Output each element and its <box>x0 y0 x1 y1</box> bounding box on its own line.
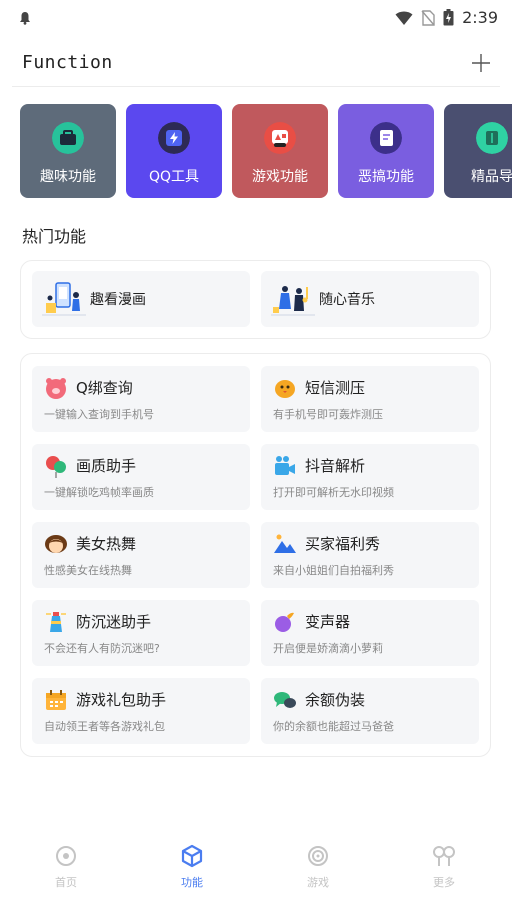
document-icon <box>370 122 402 154</box>
tool-description: 自动领王者等各游戏礼包 <box>44 720 165 733</box>
tool-description: 开启便是娇滴滴小萝莉 <box>273 642 383 655</box>
tools-card: Q绑查询 一键输入查询到手机号 短信测压 有手机号即可轰炸测压 画质助手 一键解… <box>20 353 491 757</box>
tool-title: 短信测压 <box>305 379 366 397</box>
pig-icon <box>46 378 66 399</box>
category-premium[interactable]: 精品导 <box>444 104 512 198</box>
nav-more[interactable]: 更多 <box>404 844 484 896</box>
lightning-icon <box>158 122 190 154</box>
tool-graphics-helper[interactable]: 画质助手 一键解锁吃鸡帧率画质 <box>32 444 250 510</box>
eggplant-icon <box>275 612 294 632</box>
bottom-nav: 首页 功能 游戏 更多 <box>0 836 512 904</box>
home-circle-icon <box>56 846 76 866</box>
notification-bell-icon <box>20 12 30 25</box>
tool-description: 性感美女在线热舞 <box>44 564 132 577</box>
tool-game-gift[interactable]: 游戏礼包助手 自动领王者等各游戏礼包 <box>32 678 250 744</box>
section-title-hot: 热门功能 <box>22 227 87 246</box>
tool-description: 你的余额也能超过马爸爸 <box>273 720 394 733</box>
wifi-icon <box>395 11 413 25</box>
nav-label: 首页 <box>55 876 77 889</box>
girl-face-icon <box>45 535 67 553</box>
tool-buyer-show[interactable]: 买家福利秀 来自小姐姐们自拍福利秀 <box>261 522 479 588</box>
tool-description: 来自小姐姐们自拍福利秀 <box>273 564 394 577</box>
header-divider <box>12 86 500 87</box>
hot-item-music[interactable]: 随心音乐 <box>261 271 479 327</box>
tool-title: 余额伪装 <box>305 691 366 709</box>
tool-beauty-dance[interactable]: 美女热舞 性感美女在线热舞 <box>32 522 250 588</box>
tool-title: 画质助手 <box>76 457 137 475</box>
cube-icon <box>181 844 203 868</box>
tool-anti-addiction[interactable]: 防沉迷助手 不会还有人有防沉迷吧? <box>32 600 250 666</box>
category-label: 趣味功能 <box>40 169 96 185</box>
balloon-icon <box>46 456 66 478</box>
hot-item-label: 趣看漫画 <box>90 292 146 308</box>
tool-description: 有手机号即可轰炸测压 <box>273 408 383 421</box>
hot-item-comics[interactable]: 趣看漫画 <box>32 271 250 327</box>
tool-title: 美女热舞 <box>76 535 137 553</box>
tool-title: 变声器 <box>305 613 351 631</box>
tool-title: 买家福利秀 <box>305 535 381 553</box>
category-label: 恶搞功能 <box>358 169 414 185</box>
briefcase-icon <box>52 122 84 154</box>
hot-features-card: 趣看漫画 随心音乐 <box>20 260 491 339</box>
mountain-picture-icon <box>274 534 296 553</box>
tool-title: 抖音解析 <box>305 457 366 475</box>
category-label: 游戏功能 <box>252 169 308 185</box>
nav-label: 更多 <box>433 876 455 889</box>
hot-item-label: 随心音乐 <box>319 292 375 308</box>
tool-description: 打开即可解析无水印视频 <box>273 486 394 499</box>
tool-title: 游戏礼包助手 <box>76 691 167 709</box>
tool-title: 防沉迷助手 <box>76 613 152 631</box>
game-spiral-icon <box>308 846 328 866</box>
lighthouse-icon <box>46 612 66 632</box>
tool-voice-changer[interactable]: 变声器 开启便是娇滴滴小萝莉 <box>261 600 479 666</box>
tool-sms-test[interactable]: 短信测压 有手机号即可轰炸测压 <box>261 366 479 432</box>
no-sim-icon <box>421 9 435 26</box>
category-label: QQ工具 <box>148 169 200 185</box>
plus-icon[interactable] <box>470 52 492 74</box>
header: Function <box>0 46 512 86</box>
tool-description: 不会还有人有防沉迷吧? <box>44 642 160 655</box>
nav-games[interactable]: 游戏 <box>278 844 358 896</box>
category-prank[interactable]: 恶搞功能 <box>338 104 434 198</box>
category-games[interactable]: 游戏功能 <box>232 104 328 198</box>
gamepad-icon <box>264 122 296 154</box>
tool-title: Q绑查询 <box>76 379 133 397</box>
book-icon <box>476 122 508 154</box>
tool-description: 一键解锁吃鸡帧率画质 <box>44 486 154 499</box>
status-bar: 2:39 <box>0 0 512 36</box>
chat-bubbles-icon <box>274 692 296 708</box>
nav-label: 游戏 <box>307 876 329 889</box>
chick-icon <box>275 380 295 398</box>
category-label: 精品导 <box>471 169 512 185</box>
nav-functions[interactable]: 功能 <box>152 844 232 896</box>
category-fun[interactable]: 趣味功能 <box>20 104 116 198</box>
tool-douyin-parse[interactable]: 抖音解析 打开即可解析无水印视频 <box>261 444 479 510</box>
tool-q-bind-query[interactable]: Q绑查询 一键输入查询到手机号 <box>32 366 250 432</box>
tool-balance-disguise[interactable]: 余额伪装 你的余额也能超过马爸爸 <box>261 678 479 744</box>
page-title: Function <box>22 52 113 73</box>
category-carousel[interactable]: 趣味功能 QQ工具 游戏功能 恶搞功能 精品导 <box>20 104 512 198</box>
music-illustration <box>271 286 315 316</box>
status-time: 2:39 <box>462 8 498 27</box>
nav-label: 功能 <box>181 876 203 889</box>
more-people-icon <box>433 846 455 866</box>
category-qq-tools[interactable]: QQ工具 <box>126 104 222 198</box>
nav-home[interactable]: 首页 <box>26 844 106 896</box>
battery-icon <box>443 9 454 26</box>
comic-reading-illustration <box>42 282 86 316</box>
calendar-icon <box>46 690 66 710</box>
tool-description: 一键输入查询到手机号 <box>44 408 154 421</box>
video-camera-icon <box>275 456 295 475</box>
